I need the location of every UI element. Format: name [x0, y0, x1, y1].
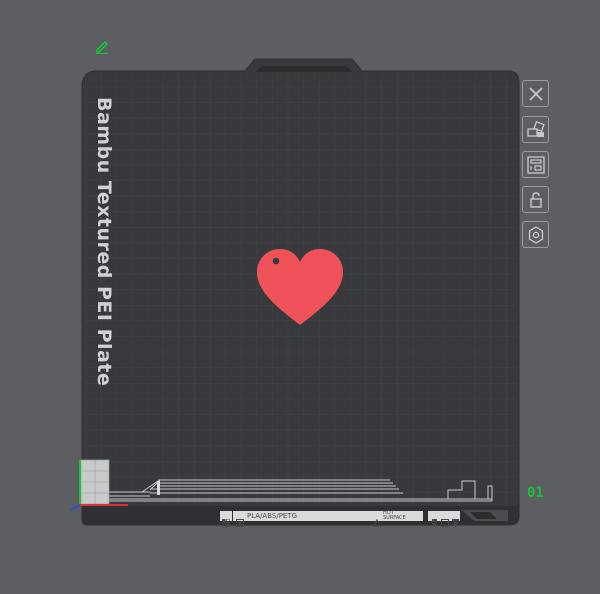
- nozzle-icon: [431, 512, 438, 527]
- arrange-icon: [526, 120, 546, 140]
- square-icon: [441, 512, 449, 527]
- bed-icon: [452, 512, 459, 527]
- warning-icon: [372, 512, 382, 527]
- close-icon: [527, 85, 545, 103]
- settings-icon: [526, 225, 546, 245]
- texture-icon: [221, 512, 231, 528]
- build-plate: [70, 58, 520, 526]
- filament-info-strip: PLA/ABS/PETG HOT SURFACE: [219, 510, 462, 528]
- plate-layout-icon: [526, 155, 546, 175]
- arrange-button[interactable]: [522, 116, 549, 143]
- filament-types: PLA/ABS/PETG: [247, 512, 298, 520]
- plate-type-icon: [236, 512, 244, 527]
- lock-plate-button[interactable]: [522, 186, 549, 213]
- plate-number: 01: [527, 485, 544, 501]
- remove-plate-button[interactable]: [522, 80, 549, 107]
- plate-options-button[interactable]: [522, 221, 549, 248]
- hot-surface-label: HOT SURFACE: [383, 510, 406, 521]
- plate-settings-button[interactable]: [522, 151, 549, 178]
- unlock-icon: [527, 191, 545, 209]
- plate-viewport[interactable]: Bambu Textured PEI Plate PLA/ABS/PETG HO…: [0, 0, 600, 594]
